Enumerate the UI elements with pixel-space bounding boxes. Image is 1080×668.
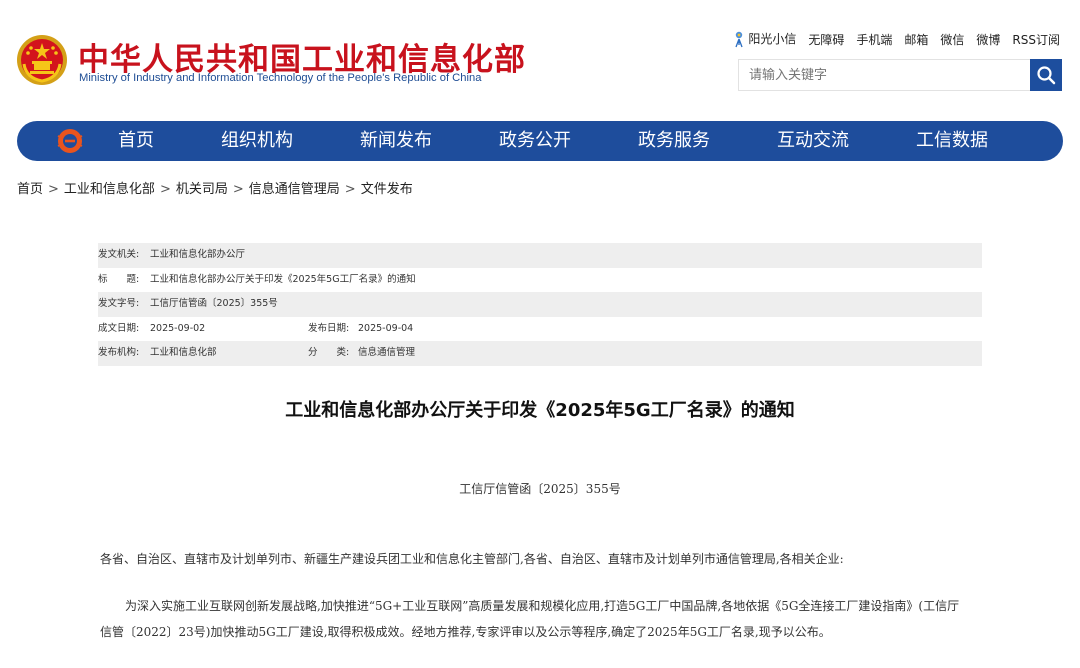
meta-row-org: 发布机构: 工业和信息化部 分 类: 信息通信管理 xyxy=(98,341,982,366)
meta-value: 工业和信息化部办公厅关于印发《2025年5G工厂名录》的通知 xyxy=(150,273,416,285)
meta-label: 分 类: xyxy=(308,347,350,359)
meta-value: 信息通信管理 xyxy=(358,347,416,359)
meta-value: 工信厅信管函〔2025〕355号 xyxy=(150,298,278,310)
nav-government-info[interactable]: 政务公开 xyxy=(499,121,571,161)
toplink-rss[interactable]: RSS订阅 xyxy=(1012,31,1060,48)
article-recipients: 各省、自治区、直辖市及计划单列市、新疆生产建设兵团工业和信息化主管部门,各省、自… xyxy=(100,552,844,566)
breadcrumb-documents[interactable]: 文件发布 xyxy=(361,182,413,197)
toplink-mail[interactable]: 邮箱 xyxy=(904,31,928,48)
meta-label: 发布机构: xyxy=(98,347,140,359)
toplink-label: 阳光小信 xyxy=(748,31,797,46)
meta-label: 标 题: xyxy=(98,273,140,285)
nav-government-services[interactable]: 政务服务 xyxy=(638,121,710,161)
toplink-wechat[interactable]: 微信 xyxy=(940,31,964,48)
nav-news[interactable]: 新闻发布 xyxy=(360,121,432,161)
sunshine-icon xyxy=(735,32,743,48)
article-doc-number: 工信厅信管函〔2025〕355号 xyxy=(459,482,621,496)
breadcrumb-departments[interactable]: 机关司局 xyxy=(176,182,228,197)
meta-label: 发布日期: xyxy=(308,322,350,334)
toplink-mobile[interactable]: 手机端 xyxy=(856,31,892,48)
meta-label: 发文机关: xyxy=(98,249,140,260)
main-nav: 首页 组织机构 新闻发布 政务公开 政务服务 互动交流 工信数据 xyxy=(17,121,1063,161)
breadcrumb-telecom-bureau[interactable]: 信息通信管理局 xyxy=(249,182,340,197)
site-logo[interactable]: 中华人民共和国工业和信息化部 Ministry of Industry and … xyxy=(16,30,525,92)
breadcrumb-ministry[interactable]: 工业和信息化部 xyxy=(64,182,155,197)
article-title: 工业和信息化部办公厅关于印发《2025年5G工厂名录》的通知 xyxy=(285,400,795,421)
site-subtitle: Ministry of Industry and Information Tec… xyxy=(79,72,482,84)
toplink-sunshine[interactable]: 阳光小信 xyxy=(732,30,796,49)
national-emblem-icon xyxy=(17,35,67,85)
top-links: 阳光小信 无障碍 手机端 邮箱 微信 微博 RSS订阅 xyxy=(732,30,1060,48)
miit-logo-icon[interactable] xyxy=(55,126,85,156)
toplink-weibo[interactable]: 微博 xyxy=(976,31,1000,48)
nav-interaction[interactable]: 互动交流 xyxy=(777,121,849,161)
breadcrumb: 首页 > 工业和信息化部 > 机关司局 > 信息通信管理局 > 文件发布 xyxy=(17,182,413,197)
meta-row-title: 标 题: 工业和信息化部办公厅关于印发《2025年5G工厂名录》的通知 xyxy=(98,268,982,293)
nav-organization[interactable]: 组织机构 xyxy=(221,121,293,161)
search-icon xyxy=(1037,66,1056,85)
meta-value: 2025-09-04 xyxy=(358,322,414,334)
meta-value: 工业和信息化部 xyxy=(150,347,217,359)
breadcrumb-home[interactable]: 首页 xyxy=(17,182,43,197)
meta-value: 2025-09-02 xyxy=(150,322,206,334)
meta-row-docno: 发文字号: 工信厅信管函〔2025〕355号 xyxy=(98,292,982,317)
meta-value: 工业和信息化部办公厅 xyxy=(150,249,246,260)
nav-home[interactable]: 首页 xyxy=(118,121,154,161)
article-body-paragraph: 为深入实施工业互联网创新发展战略,加快推进“5G+工业互联网”高质量发展和规模化… xyxy=(100,599,960,639)
search-input[interactable] xyxy=(738,59,1030,91)
meta-label: 发文字号: xyxy=(98,298,140,310)
search-button[interactable] xyxy=(1030,59,1062,91)
nav-data[interactable]: 工信数据 xyxy=(916,121,988,161)
meta-row-dates: 成文日期: 2025-09-02 发布日期: 2025-09-04 xyxy=(98,317,982,342)
document-meta-table: 发文机关: 工业和信息化部办公厅 标 题: 工业和信息化部办公厅关于印发《202… xyxy=(98,243,982,366)
toplink-accessibility[interactable]: 无障碍 xyxy=(808,31,844,48)
meta-label: 成文日期: xyxy=(98,322,140,334)
meta-row-issuer: 发文机关: 工业和信息化部办公厅 xyxy=(98,243,982,268)
